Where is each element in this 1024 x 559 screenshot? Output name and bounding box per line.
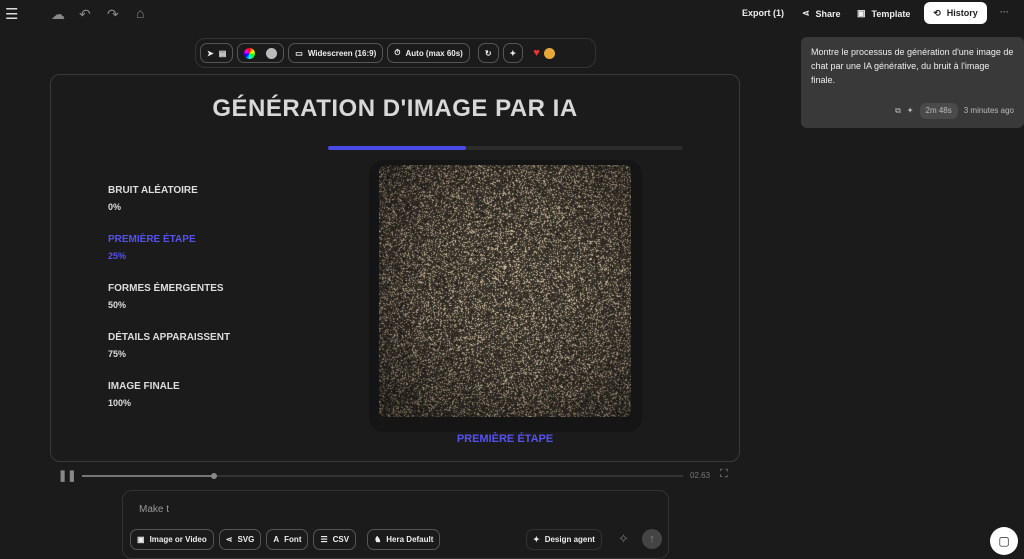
duration-badge: 2m 48s (920, 103, 958, 119)
attach-icon: ♞ (374, 535, 381, 544)
timeline-fill (82, 475, 214, 477)
emoji-icon[interactable] (544, 48, 555, 59)
chat-message-text: Montre le processus de génération d'une … (811, 45, 1014, 87)
attach-csv-button[interactable]: ☰ CSV (313, 529, 356, 550)
support-chat-button[interactable]: ▢ (990, 527, 1018, 555)
share-label: Share (816, 9, 841, 19)
attach-icon: ☰ (320, 535, 327, 544)
select-comment-group: ➤ ▤ (200, 43, 233, 63)
restart-button[interactable]: ↻ (478, 43, 499, 63)
refresh-icon: ↻ (485, 49, 492, 58)
step-label: FORMES ÉMERGENTES (108, 283, 224, 294)
step-percent: 75% (108, 349, 230, 359)
history-button[interactable]: ⟲ History (924, 2, 987, 24)
attach-svg-button[interactable]: ⋖ SVG (219, 529, 262, 550)
button-label: Font (284, 535, 301, 544)
copy-icon[interactable]: ⧉ (895, 104, 901, 118)
more-button[interactable]: ··· (1000, 7, 1009, 17)
image-frame (369, 160, 642, 432)
timeline-handle[interactable] (211, 473, 217, 479)
step-percent: 100% (108, 398, 180, 408)
button-label: Hera Default (386, 535, 433, 544)
step-item: DÉTAILS APPARAISSENT 75% (108, 332, 230, 359)
color-group (237, 43, 284, 63)
timeline-scrubber[interactable] (82, 475, 683, 477)
template-label: Template (872, 9, 911, 19)
aspect-ratio-button[interactable]: ▭ Widescreen (16:9) (288, 43, 383, 63)
magic-wand-icon[interactable]: ✦ (907, 104, 914, 118)
duration-button[interactable]: ⏱ Auto (max 60s) (387, 43, 470, 63)
aspect-label: Widescreen (16:9) (308, 49, 376, 58)
step-label: IMAGE FINALE (108, 381, 180, 392)
attach-image-or-video-button[interactable]: ▣ Image or Video (130, 529, 214, 550)
fullscreen-icon[interactable]: ⛶ (720, 468, 728, 481)
color-wheel-icon[interactable] (244, 48, 255, 59)
step-item: PREMIÈRE ÉTAPE 25% (108, 234, 196, 261)
cloud-saved-icon: ☁ (51, 6, 65, 23)
timestamp: 3 minutes ago (964, 104, 1014, 118)
export-button[interactable]: Export (1) (742, 8, 784, 18)
magic-wand-icon: ✦ (510, 49, 517, 58)
attach-icon: ▣ (137, 535, 145, 544)
step-percent: 25% (108, 251, 196, 261)
step-item: BRUIT ALÉATOIRE 0% (108, 185, 198, 212)
share-icon: ⋖ (802, 8, 810, 19)
attach-hera-default-button[interactable]: ♞ Hera Default (367, 529, 440, 550)
prompt-input[interactable]: Make t (139, 504, 169, 515)
design-agent-button[interactable]: ✦ Design agent (526, 529, 602, 550)
share-button[interactable]: ⋖ Share (802, 8, 841, 19)
canvas-toolbar: ➤ ▤ ▭ Widescreen (16:9) ⏱ Auto (max 60s) ↻ … (195, 38, 596, 68)
current-step-caption: PREMIÈRE ÉTAPE (51, 433, 741, 445)
widescreen-icon: ▭ (295, 49, 303, 58)
button-label: SVG (237, 535, 254, 544)
sparkle-icon[interactable]: ✧ (618, 531, 629, 547)
step-label: DÉTAILS APPARAISSENT (108, 332, 230, 343)
pause-icon[interactable]: ❚❚ (58, 469, 76, 482)
duration-label: Auto (max 60s) (405, 49, 462, 58)
transparency-icon[interactable] (266, 48, 277, 59)
attach-icon: A (273, 535, 279, 544)
clean-brush-icon[interactable]: ⌂ (136, 5, 144, 21)
step-percent: 0% (108, 202, 198, 212)
magic-button[interactable]: ✦ (503, 43, 524, 63)
history-icon: ⟲ (933, 8, 941, 19)
redo-icon[interactable]: ↷ (107, 6, 119, 23)
button-label: CSV (333, 535, 349, 544)
timer-icon: ⏱ (394, 48, 400, 58)
history-label: History (947, 8, 978, 18)
attach-font-button[interactable]: A Font (266, 529, 308, 550)
preview-stage: GÉNÉRATION D'IMAGE PAR IA BRUIT ALÉATOIR… (50, 74, 740, 462)
attach-icon: ⋖ (226, 535, 233, 544)
noise-image (379, 165, 631, 417)
cursor-icon[interactable]: ➤ (207, 49, 214, 58)
menu-icon[interactable]: ☰ (5, 5, 18, 23)
step-percent: 50% (108, 300, 224, 310)
prompt-box: Make t ▣ Image or Video ⋖ SVG A Font ☰ CSV ♞ Hera… (122, 490, 669, 559)
button-label: Image or Video (150, 535, 207, 544)
send-button[interactable]: ↑ (642, 529, 662, 549)
folder-plus-icon: ▣ (857, 8, 866, 19)
template-button[interactable]: ▣ Template (857, 8, 910, 19)
step-item: IMAGE FINALE 100% (108, 381, 180, 408)
chat-message: Montre le processus de génération d'une … (801, 37, 1024, 128)
magic-wand-icon: ✦ (533, 535, 540, 544)
page-title: GÉNÉRATION D'IMAGE PAR IA (51, 95, 739, 123)
progress-fill (328, 146, 466, 150)
step-label: BRUIT ALÉATOIRE (108, 185, 198, 196)
playback-time: 02.63 (690, 471, 710, 480)
heart-icon[interactable]: ♥ (533, 47, 540, 59)
export-label: Export (1) (742, 8, 784, 18)
step-item: FORMES ÉMERGENTES 50% (108, 283, 224, 310)
design-agent-label: Design agent (545, 535, 595, 544)
undo-icon[interactable]: ↶ (79, 6, 91, 23)
generation-progress-bar (328, 146, 683, 150)
comment-icon[interactable]: ▤ (219, 49, 227, 58)
step-label: PREMIÈRE ÉTAPE (108, 234, 196, 245)
